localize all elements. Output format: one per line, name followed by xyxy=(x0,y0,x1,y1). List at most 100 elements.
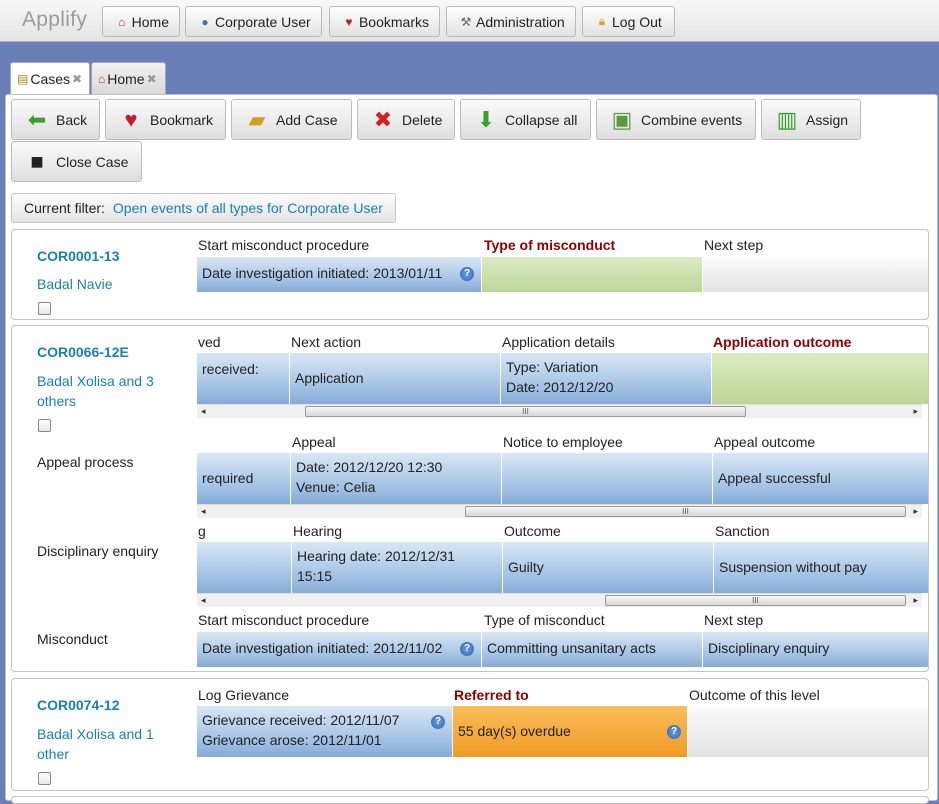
event-cell[interactable]: Grievance received: 2012/11/07 Grievance… xyxy=(197,706,453,757)
event-cell[interactable] xyxy=(482,257,703,292)
help-icon[interactable]: ? xyxy=(667,725,681,739)
column-header: Application outcome xyxy=(713,334,852,350)
case-party-link[interactable]: Badal Xolisa and 3 others xyxy=(37,371,177,411)
add-case-button[interactable]: ▰ Add Case xyxy=(231,99,352,140)
tab-home-label: Home xyxy=(107,70,145,87)
back-button[interactable]: ⬅ Back xyxy=(11,99,100,140)
tab-home[interactable]: ⌂ Home ✖ xyxy=(91,62,166,94)
event-cell[interactable]: Guilty xyxy=(503,542,714,593)
column-header: Outcome of this level xyxy=(689,687,820,703)
horizontal-scrollbar[interactable]: ◂ III ▸ xyxy=(197,404,922,418)
case-id-link[interactable]: COR0074-12 xyxy=(37,697,120,713)
cell-line: 15:15 xyxy=(297,568,333,584)
event-cell[interactable] xyxy=(197,542,292,593)
column-header: Type of misconduct xyxy=(484,237,616,253)
close-icon[interactable]: ✖ xyxy=(72,72,82,86)
scroll-thumb[interactable]: III xyxy=(305,406,746,417)
help-icon[interactable]: ? xyxy=(431,715,445,729)
add-case-label: Add Case xyxy=(276,111,338,128)
combine-events-button[interactable]: ▣ Combine events xyxy=(596,99,756,140)
event-cell[interactable]: Appeal successful xyxy=(713,453,928,504)
case-id-link[interactable]: COR0001-13 xyxy=(37,248,120,264)
event-cell[interactable]: Date: 2012/12/20 12:30 Venue: Celia xyxy=(291,453,502,504)
nav-bookmarks-label: Bookmarks xyxy=(358,13,429,30)
scroll-left-icon[interactable]: ◂ xyxy=(201,506,206,517)
help-icon[interactable]: ? xyxy=(460,642,474,656)
delete-x-icon: ✖ xyxy=(373,106,393,132)
scroll-right-icon[interactable]: ▸ xyxy=(913,595,918,606)
case-party-link[interactable]: Badal Navie xyxy=(37,274,177,294)
down-arrow-icon: ⬇ xyxy=(476,106,496,132)
horizontal-scrollbar[interactable]: ◂ III ▸ xyxy=(197,504,922,518)
cell-line: Date: 2012/12/20 xyxy=(506,379,614,395)
case-id-link[interactable]: COR0066-12E xyxy=(37,344,129,360)
scroll-right-icon[interactable]: ▸ xyxy=(913,406,918,417)
nav-home-label: Home xyxy=(131,13,169,30)
case-card: COR0074-12 Badal Xolisa and 1 other Log … xyxy=(11,678,929,791)
cell-text: Suspension without pay xyxy=(719,559,867,575)
bookmark-label: Bookmark xyxy=(150,111,214,128)
event-cell[interactable]: Suspension without pay xyxy=(714,542,928,593)
nav-logout-label: Log Out xyxy=(612,13,662,30)
event-cell[interactable] xyxy=(703,257,928,292)
scroll-right-icon[interactable]: ▸ xyxy=(913,506,918,517)
assign-button[interactable]: ▥ Assign xyxy=(761,99,861,140)
cell-text: Date investigation initiated: 2012/11/02 xyxy=(202,640,443,656)
cell-text: 55 day(s) overdue xyxy=(458,723,571,739)
event-cell[interactable] xyxy=(688,706,928,757)
column-header: Next step xyxy=(704,237,764,253)
cell-text: Application xyxy=(295,370,364,386)
process-label: Misconduct xyxy=(37,631,108,647)
case-card: COR0066-12E Badal Xolisa and 3 others ve… xyxy=(11,325,929,672)
nav-corporate-user-button[interactable]: ● Corporate User xyxy=(185,6,322,37)
event-cell-overdue[interactable]: 55 day(s) overdue xyxy=(453,706,688,757)
bookmark-button[interactable]: ♥ Bookmark xyxy=(105,99,226,140)
nav-home-button[interactable]: ⌂ Home xyxy=(102,6,180,37)
column-header: Appeal outcome xyxy=(714,434,816,450)
delete-button[interactable]: ✖ Delete xyxy=(357,99,455,140)
nav-bookmarks-button[interactable]: ♥ Bookmarks xyxy=(329,6,440,37)
nav-administration-button[interactable]: ⚒ Administration xyxy=(446,6,576,37)
event-cell[interactable]: Date investigation initiated: 2013/01/11 xyxy=(197,257,482,292)
event-cell[interactable]: Type: Variation Date: 2012/12/20 xyxy=(501,353,712,404)
cell-line: Grievance arose: 2012/11/01 xyxy=(202,732,382,748)
tab-cases-label: Cases xyxy=(30,71,71,87)
scroll-left-icon[interactable]: ◂ xyxy=(201,406,206,417)
event-cell[interactable]: Committing unsanitary acts xyxy=(482,632,703,667)
column-header: ved xyxy=(198,334,221,350)
event-cell[interactable]: required xyxy=(197,453,291,504)
cell-text: received: xyxy=(202,361,259,377)
event-cell[interactable]: Date investigation initiated: 2012/11/02 xyxy=(197,632,482,667)
combine-events-label: Combine events xyxy=(641,111,743,128)
scroll-thumb[interactable]: III xyxy=(605,595,906,606)
event-cell[interactable]: received: xyxy=(197,353,290,404)
filter-value-link[interactable]: Open events of all types for Corporate U… xyxy=(113,200,383,216)
cases-icon: ▤ xyxy=(17,72,29,86)
collapse-all-button[interactable]: ⬇ Collapse all xyxy=(460,99,591,140)
scroll-thumb[interactable]: III xyxy=(465,506,906,517)
close-icon[interactable]: ✖ xyxy=(147,72,157,86)
event-cell[interactable]: Application xyxy=(290,353,501,404)
app-title: Applify xyxy=(22,8,88,31)
heart-icon: ♥ xyxy=(345,14,353,29)
horizontal-scrollbar[interactable]: ◂ III ▸ xyxy=(197,593,922,607)
column-header: g xyxy=(198,523,206,539)
scroll-left-icon[interactable]: ◂ xyxy=(201,595,206,606)
event-cell[interactable] xyxy=(502,453,713,504)
case-party-link[interactable]: Badal Xolisa and 1 other xyxy=(37,724,177,764)
case-select-checkbox[interactable] xyxy=(38,419,51,432)
process-label: Appeal process xyxy=(37,454,134,470)
tab-cases[interactable]: ▤ Cases ✖ xyxy=(10,62,90,95)
cell-line: Hearing date: 2012/12/31 xyxy=(297,548,456,564)
close-case-button[interactable]: ■ Close Case xyxy=(11,141,142,182)
event-cell[interactable]: Hearing date: 2012/12/31 15:15 xyxy=(292,542,503,593)
help-icon[interactable]: ? xyxy=(460,267,474,281)
event-cell[interactable]: Disciplinary enquiry xyxy=(703,632,928,667)
column-header: Hearing xyxy=(293,523,343,539)
case-select-checkbox[interactable] xyxy=(38,302,51,315)
case-select-checkbox[interactable] xyxy=(38,772,51,785)
cell-text: Disciplinary enquiry xyxy=(708,640,830,656)
nav-logout-button[interactable]: 🔒︎ Log Out xyxy=(582,6,675,37)
user-icon: ● xyxy=(201,14,209,29)
event-cell[interactable] xyxy=(712,353,928,404)
